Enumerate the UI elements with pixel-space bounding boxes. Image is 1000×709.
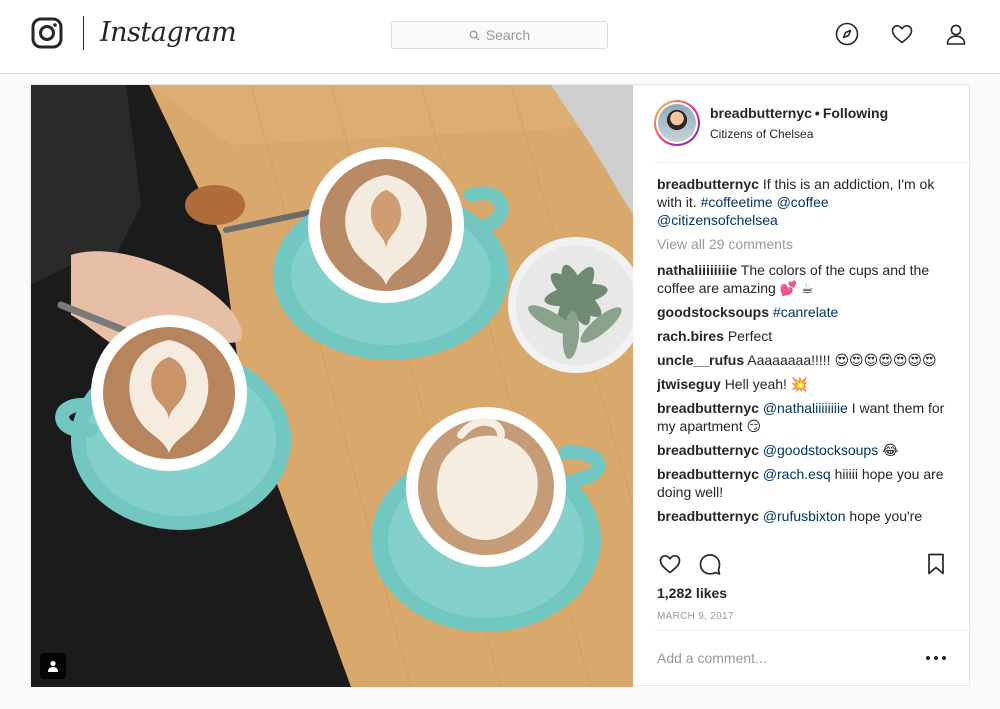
search-input[interactable]: Search bbox=[391, 21, 608, 49]
comment-item: nathaliiiiiiiie The colors of the cups a… bbox=[657, 261, 951, 297]
caption: breadbutternyc If this is an addiction, … bbox=[657, 175, 951, 229]
comments-list: breadbutternyc If this is an addiction, … bbox=[657, 175, 951, 541]
post-author-line: breadbutternyc • Following bbox=[710, 105, 888, 121]
view-all-comments-link[interactable]: View all 29 comments bbox=[657, 235, 951, 253]
more-dot bbox=[942, 656, 946, 660]
add-comment-input[interactable]: Add a comment... bbox=[657, 645, 907, 671]
mention-link[interactable]: @citizensofchelsea bbox=[657, 212, 778, 228]
search-placeholder: Search bbox=[485, 27, 531, 43]
comment-item: breadbutternyc @goodstocksoups 😂 bbox=[657, 441, 951, 459]
comment-bubble-icon bbox=[699, 554, 721, 575]
comment-text: hope you're bbox=[849, 508, 923, 524]
post-actions bbox=[633, 551, 971, 581]
comment-item: breadbutternyc @rufusbixton hope you're bbox=[657, 507, 951, 525]
comment-username[interactable]: breadbutternyc bbox=[657, 466, 759, 482]
comment-item: breadbutternyc @nathaliiiiiiiie I want t… bbox=[657, 399, 951, 435]
comment-item: breadbutternyc @rach.esq hiiiii hope you… bbox=[657, 465, 951, 501]
search-icon bbox=[469, 30, 480, 41]
avatar-photo bbox=[658, 104, 696, 142]
like-button[interactable] bbox=[657, 551, 683, 577]
comment-text: Aaaaaaaa!!!!! 😍😍😍😍😍😍😍 bbox=[747, 352, 937, 368]
hashtag-link[interactable]: #coffeetime bbox=[701, 194, 773, 210]
comment-username[interactable]: breadbutternyc bbox=[657, 508, 759, 524]
heart-icon[interactable] bbox=[889, 21, 915, 47]
comment-username[interactable]: goodstocksoups bbox=[657, 304, 769, 320]
logo-divider bbox=[83, 16, 84, 50]
caption-username[interactable]: breadbutternyc bbox=[657, 176, 759, 192]
more-dot bbox=[934, 656, 938, 660]
post-header: breadbutternyc • Following Citizens of Che… bbox=[633, 85, 973, 163]
post-card: breadbutternyc • Following Citizens of Che… bbox=[30, 84, 973, 687]
separator-dot: • bbox=[814, 105, 820, 121]
comment-text: 😂 bbox=[882, 442, 899, 458]
tagged-people-badge[interactable] bbox=[40, 653, 66, 679]
comment-username[interactable]: rach.bires bbox=[657, 328, 724, 344]
mention-link[interactable]: @coffee bbox=[777, 194, 829, 210]
more-options-button[interactable] bbox=[926, 651, 946, 665]
comment-button[interactable] bbox=[697, 551, 723, 577]
comment-username[interactable]: breadbutternyc bbox=[657, 442, 759, 458]
likes-count[interactable]: 1,282 likes bbox=[657, 585, 727, 601]
person-icon bbox=[48, 660, 58, 672]
comment-username[interactable]: nathaliiiiiiiie bbox=[657, 262, 737, 278]
compass-icon[interactable] bbox=[834, 21, 860, 47]
top-navigation-bar: Instagram Search bbox=[0, 0, 1000, 74]
post-sidebar: breadbutternyc • Following Citizens of Che… bbox=[633, 85, 973, 687]
post-date: MARCH 9, 2017 bbox=[657, 611, 734, 622]
comment-text: Perfect bbox=[727, 328, 773, 344]
mention-link[interactable]: @rach.esq bbox=[763, 466, 831, 482]
hashtag-link[interactable]: #canrelate bbox=[773, 304, 838, 320]
comment-username[interactable]: breadbutternyc bbox=[657, 400, 759, 416]
save-button[interactable] bbox=[923, 551, 949, 577]
comment-username[interactable]: uncle__rufus bbox=[657, 352, 744, 368]
comment-item: uncle__rufus Aaaaaaaa!!!!! 😍😍😍😍😍😍😍 bbox=[657, 351, 951, 369]
profile-icon[interactable] bbox=[943, 21, 969, 47]
mention-link[interactable]: @rufusbixton bbox=[763, 508, 846, 524]
instagram-glyph-icon[interactable] bbox=[31, 17, 63, 49]
comment-username[interactable]: jtwiseguy bbox=[657, 376, 721, 392]
post-photo[interactable] bbox=[31, 85, 633, 687]
divider bbox=[655, 630, 973, 631]
bookmark-icon bbox=[928, 553, 944, 575]
more-dot bbox=[926, 656, 930, 660]
comment-text: Hell yeah! 💥 bbox=[724, 376, 809, 392]
comment-item: jtwiseguy Hell yeah! 💥 bbox=[657, 375, 951, 393]
heart-icon bbox=[659, 554, 681, 574]
instagram-wordmark[interactable]: Instagram bbox=[100, 14, 237, 52]
post-author-username[interactable]: breadbutternyc bbox=[710, 105, 812, 121]
following-button[interactable]: Following bbox=[823, 105, 888, 121]
divider bbox=[655, 162, 973, 163]
mention-link[interactable]: @nathaliiiiiiiie bbox=[763, 400, 848, 416]
mention-link[interactable]: @goodstocksoups bbox=[763, 442, 878, 458]
comment-item: rach.bires Perfect bbox=[657, 327, 951, 345]
post-location[interactable]: Citizens of Chelsea bbox=[710, 127, 813, 141]
comment-item: goodstocksoups #canrelate bbox=[657, 303, 951, 321]
avatar[interactable] bbox=[654, 100, 700, 146]
